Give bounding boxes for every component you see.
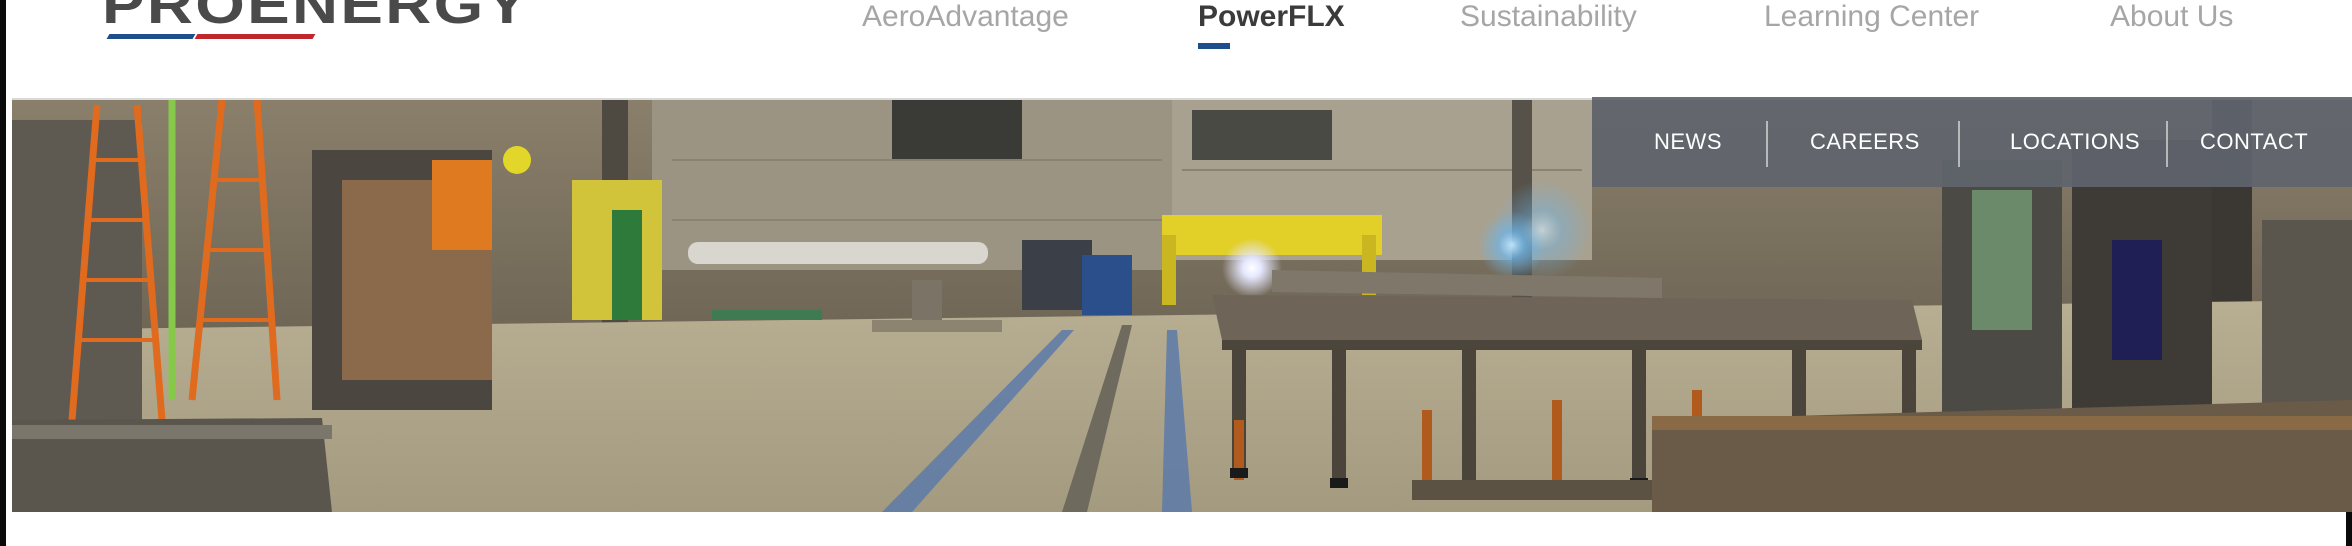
nav-item-about-us[interactable]: About Us — [2110, 0, 2233, 34]
utility-item-locations[interactable]: LOCATIONS — [2010, 97, 2140, 187]
site-header: PROENERGY AeroAdvantage PowerFLX Sustain… — [12, 0, 2352, 101]
page-frame: PROENERGY AeroAdvantage PowerFLX Sustain… — [0, 0, 2352, 546]
utility-navigation: NEWS CAREERS LOCATIONS CONTACT — [1592, 97, 2352, 187]
nav-item-aeroadvantage[interactable]: AeroAdvantage — [862, 0, 1069, 34]
nav-item-powerflx[interactable]: PowerFLX — [1198, 0, 1345, 34]
utility-separator — [1958, 121, 1960, 167]
main-navigation: AeroAdvantage PowerFLX Sustainability Le… — [12, 0, 2352, 98]
utility-item-news[interactable]: NEWS — [1654, 97, 1722, 187]
nav-item-learning-center[interactable]: Learning Center — [1764, 0, 1979, 34]
utility-separator — [1766, 121, 1768, 167]
utility-separator — [2166, 121, 2168, 167]
active-nav-indicator — [1198, 43, 1230, 49]
nav-item-sustainability[interactable]: Sustainability — [1460, 0, 1637, 34]
utility-item-contact[interactable]: CONTACT — [2200, 97, 2308, 187]
utility-item-careers[interactable]: CAREERS — [1810, 97, 1920, 187]
